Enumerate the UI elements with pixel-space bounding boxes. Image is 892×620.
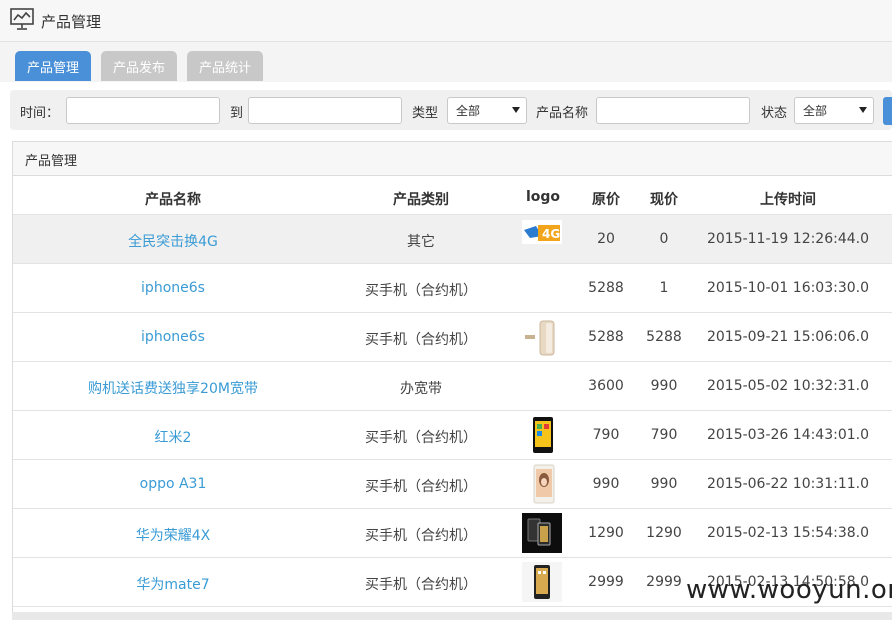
redmi-phone-image xyxy=(533,417,553,453)
product-name-link[interactable]: 全民突击换4G xyxy=(73,231,273,251)
page-title: 产品管理 xyxy=(41,13,102,31)
chart-monitor-icon xyxy=(10,8,34,30)
end-time-input[interactable] xyxy=(248,97,402,124)
product-category: 买手机（合约机） xyxy=(365,479,477,495)
table-row[interactable]: 全民突击换4G 其它 4G 20 0 2015-11-19 12:26:44.0 xyxy=(13,214,892,263)
upload-time: 2015-11-19 12:26:44.0 xyxy=(706,231,870,247)
product-name-link[interactable]: 购机送话费送独享20M宽带 xyxy=(53,378,293,398)
chevron-down-icon xyxy=(512,107,520,113)
mate7-phone-image xyxy=(522,562,562,602)
column-header-current-price: 现价 xyxy=(650,192,678,208)
product-name-link[interactable]: iphone6s xyxy=(73,280,273,296)
table-row[interactable]: oppo A31 买手机（合约机） 990 990 2015-06-22 10:… xyxy=(13,459,892,508)
oppo-phone-image xyxy=(533,464,555,504)
product-category: 其它 xyxy=(407,234,435,250)
product-name-label: 产品名称 xyxy=(536,106,589,121)
product-name-link[interactable]: 华为荣耀4X xyxy=(73,525,273,545)
filter-bar: 时间： 到 类型 全部 产品名称 状态 全部 xyxy=(10,90,892,130)
svg-text:4G: 4G xyxy=(542,227,560,241)
iphone-image xyxy=(522,319,562,357)
upload-time: 2015-06-22 10:31:11.0 xyxy=(706,476,870,492)
original-price: 5288 xyxy=(588,280,624,296)
original-price: 790 xyxy=(592,427,620,443)
current-price: 0 xyxy=(659,231,669,247)
type-label: 类型 xyxy=(412,106,439,121)
current-price: 1290 xyxy=(646,525,682,541)
original-price: 1290 xyxy=(588,525,624,541)
original-price: 5288 xyxy=(588,329,624,345)
to-label: 到 xyxy=(230,106,244,121)
title-bar: 产品管理 xyxy=(0,0,892,42)
status-label: 状态 xyxy=(761,106,788,121)
tab-product-management[interactable]: 产品管理 xyxy=(15,51,91,81)
current-price: 2999 xyxy=(646,574,682,590)
column-header-upload-time: 上传时间 xyxy=(760,192,816,208)
honor-phone-image xyxy=(522,513,562,553)
horizontal-scrollbar[interactable] xyxy=(12,612,892,620)
upload-time: 2015-02-13 15:54:38.0 xyxy=(706,525,870,541)
panel-header: 产品管理 xyxy=(13,142,892,176)
table-row[interactable]: iphone6s 买手机（合约机） 5288 5288 2015-09-21 1… xyxy=(13,312,892,361)
watermark: www.wooyun.org xyxy=(686,575,892,605)
tab-product-statistics[interactable]: 产品统计 xyxy=(187,51,263,81)
upload-time: 2015-10-01 16:03:30.0 xyxy=(706,280,870,296)
product-category: 买手机（合约机） xyxy=(365,430,477,446)
table-row[interactable]: 购机送话费送独享20M宽带 办宽带 3600 990 2015-05-02 10… xyxy=(13,361,892,410)
product-name-input[interactable] xyxy=(596,97,750,124)
column-header-logo: logo xyxy=(525,189,561,205)
product-category: 买手机（合约机） xyxy=(365,332,477,348)
product-category: 买手机（合约机） xyxy=(365,283,477,299)
product-name-link[interactable]: 华为mate7 xyxy=(73,574,273,594)
start-time-input[interactable] xyxy=(66,97,220,124)
4g-banner-image: 4G xyxy=(522,220,562,244)
product-category: 买手机（合约机） xyxy=(365,577,477,593)
column-header-original-price: 原价 xyxy=(592,192,620,208)
current-price: 1 xyxy=(659,280,669,296)
product-category: 办宽带 xyxy=(400,381,442,397)
current-price: 5288 xyxy=(646,329,682,345)
status-select-value: 全部 xyxy=(803,104,828,118)
original-price: 20 xyxy=(597,231,615,247)
time-label: 时间： xyxy=(20,106,60,121)
type-select-value: 全部 xyxy=(456,104,481,118)
product-panel: 产品管理 产品名称 产品类别 logo 原价 现价 上传时间 全民突击换4G 其… xyxy=(12,141,892,620)
upload-time: 2015-09-21 15:06:06.0 xyxy=(706,329,870,345)
original-price: 2999 xyxy=(588,574,624,590)
product-name-link[interactable]: iphone6s xyxy=(73,329,273,345)
table-row[interactable]: 华为荣耀4X 买手机（合约机） 1290 1290 2015-02-13 15:… xyxy=(13,508,892,557)
column-header-category: 产品类别 xyxy=(393,192,449,208)
chevron-down-icon xyxy=(859,107,867,113)
current-price: 790 xyxy=(650,427,678,443)
search-button[interactable] xyxy=(883,97,892,125)
type-select[interactable]: 全部 xyxy=(447,97,527,124)
original-price: 3600 xyxy=(588,378,624,394)
table-row[interactable]: 红米2 买手机（合约机） 790 790 2015-03-26 14:43:01… xyxy=(13,410,892,459)
upload-time: 2015-05-02 10:32:31.0 xyxy=(706,378,870,394)
current-price: 990 xyxy=(650,476,678,492)
current-price: 990 xyxy=(650,378,678,394)
product-category: 买手机（合约机） xyxy=(365,528,477,544)
panel-title: 产品管理 xyxy=(25,154,78,169)
product-name-link[interactable]: 红米2 xyxy=(73,427,273,447)
column-header-name: 产品名称 xyxy=(145,192,201,208)
original-price: 990 xyxy=(592,476,620,492)
table-row[interactable]: iphone6s 买手机（合约机） 5288 1 2015-10-01 16:0… xyxy=(13,263,892,312)
status-select[interactable]: 全部 xyxy=(794,97,874,124)
tab-bar: 产品管理 产品发布 产品统计 xyxy=(0,42,892,82)
upload-time: 2015-03-26 14:43:01.0 xyxy=(706,427,870,443)
tab-product-publish[interactable]: 产品发布 xyxy=(101,51,177,81)
product-name-link[interactable]: oppo A31 xyxy=(73,476,273,492)
